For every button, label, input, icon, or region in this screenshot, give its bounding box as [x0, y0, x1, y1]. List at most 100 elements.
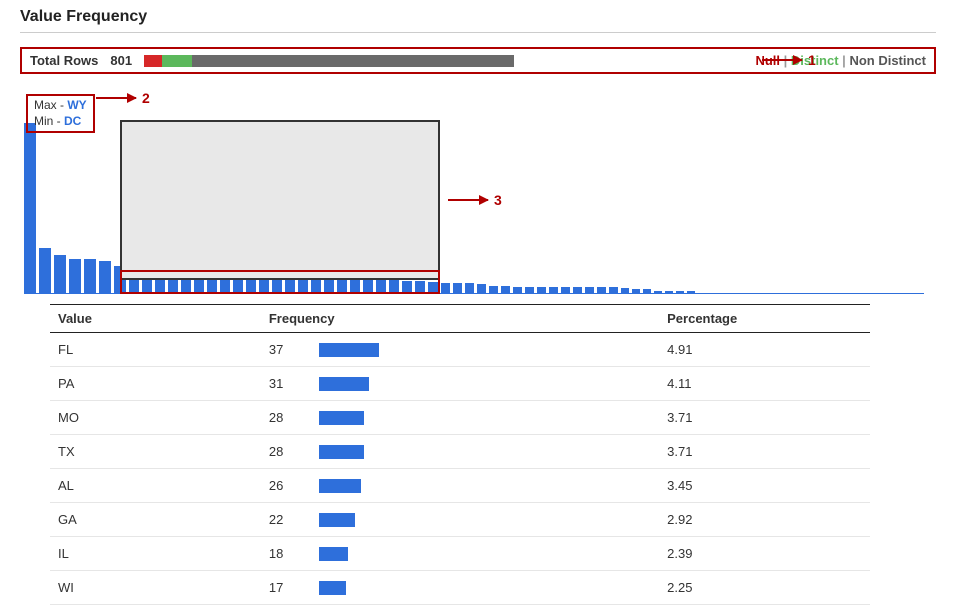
chart-bar[interactable] [687, 291, 695, 293]
chart-bar[interactable] [525, 287, 534, 293]
chart-bar[interactable] [465, 283, 474, 293]
segmented-bar [144, 55, 514, 67]
table-row[interactable]: IL182.39 [50, 537, 870, 571]
cell-frequency: 26 [261, 469, 659, 503]
chart-bar[interactable] [324, 278, 334, 293]
cell-percentage: 3.71 [659, 401, 870, 435]
cell-percentage: 4.11 [659, 367, 870, 401]
chart-bar[interactable] [69, 259, 81, 293]
chart-bar[interactable] [363, 278, 373, 293]
total-rows-label: Total Rows [30, 53, 98, 68]
chart-bar[interactable] [597, 287, 606, 293]
max-label: Max - [34, 98, 67, 112]
chart-bar[interactable] [537, 287, 546, 293]
chart-bar[interactable] [561, 287, 570, 293]
chart-bar[interactable] [428, 282, 438, 293]
max-value: WY [67, 98, 86, 112]
freq-bar [319, 547, 348, 561]
chart-selection-overlay[interactable] [120, 120, 440, 280]
cell-frequency: 31 [261, 367, 659, 401]
chart-bar[interactable] [24, 123, 36, 293]
table-row[interactable]: WI172.25 [50, 571, 870, 605]
chart-bar[interactable] [501, 286, 510, 293]
chart-bar[interactable] [489, 286, 498, 293]
cell-percentage: 2.25 [659, 571, 870, 605]
page-title: Value Frequency [20, 8, 936, 26]
chart-bar[interactable] [609, 287, 618, 293]
chart-bar[interactable] [621, 288, 629, 293]
cell-frequency: 37 [261, 333, 659, 367]
freq-bar [319, 479, 361, 493]
cell-value: WI [50, 571, 261, 605]
col-header-percentage[interactable]: Percentage [659, 305, 870, 333]
freq-bar [319, 411, 364, 425]
cell-percentage: 2.39 [659, 537, 870, 571]
cell-frequency: 28 [261, 435, 659, 469]
cell-value: AL [50, 469, 261, 503]
cell-value: IL [50, 537, 261, 571]
chart-bar[interactable] [665, 291, 673, 293]
annotation-1: 1 [762, 52, 816, 68]
bar-chart[interactable]: 3 [20, 114, 936, 294]
chart-bar[interactable] [654, 291, 662, 293]
cell-value: TX [50, 435, 261, 469]
table-row[interactable]: MO283.71 [50, 401, 870, 435]
annotation-3: 3 [448, 192, 502, 208]
chart-bar[interactable] [337, 278, 347, 293]
cell-percentage: 2.92 [659, 503, 870, 537]
freq-bar [319, 513, 355, 527]
segment-null [144, 55, 162, 67]
chart-bar[interactable] [441, 283, 450, 293]
segment-distinct [162, 55, 192, 67]
freq-bar [319, 343, 379, 357]
chart-bar[interactable] [350, 278, 360, 293]
freq-bar [319, 377, 369, 391]
chart-bar[interactable] [311, 278, 321, 293]
chart-bar[interactable] [585, 287, 594, 293]
divider [20, 32, 936, 33]
cell-value: PA [50, 367, 261, 401]
cell-frequency: 22 [261, 503, 659, 537]
cell-frequency: 17 [261, 571, 659, 605]
chart-bar[interactable] [389, 280, 399, 293]
min-label: Min - [34, 114, 64, 128]
table-row[interactable]: AL263.45 [50, 469, 870, 503]
min-value: DC [64, 114, 81, 128]
chart-bar[interactable] [453, 283, 462, 293]
freq-bar [319, 445, 364, 459]
chart-bar[interactable] [632, 289, 640, 293]
chart-bar[interactable] [477, 284, 486, 293]
chart-bar[interactable] [376, 280, 386, 293]
chart-bar[interactable] [84, 259, 96, 293]
chart-bar[interactable] [99, 261, 111, 293]
annotation-2: 2 [96, 90, 150, 106]
chart-bar[interactable] [402, 281, 412, 293]
cell-value: MO [50, 401, 261, 435]
chart-bar[interactable] [549, 287, 558, 293]
chart-bar[interactable] [415, 281, 425, 293]
table-row[interactable]: GA222.92 [50, 503, 870, 537]
col-header-value[interactable]: Value [50, 305, 261, 333]
cell-percentage: 3.71 [659, 435, 870, 469]
cell-percentage: 4.91 [659, 333, 870, 367]
cell-frequency: 28 [261, 401, 659, 435]
cell-value: FL [50, 333, 261, 367]
cell-frequency: 18 [261, 537, 659, 571]
value-frequency-table: Value Frequency Percentage FL374.91PA314… [50, 304, 870, 605]
table-row[interactable]: TX283.71 [50, 435, 870, 469]
freq-bar [319, 581, 347, 595]
cell-percentage: 3.45 [659, 469, 870, 503]
chart-bar[interactable] [54, 255, 66, 293]
chart-bar[interactable] [513, 287, 522, 293]
segment-nondistinct [192, 55, 514, 67]
legend-nondistinct: Non Distinct [849, 53, 926, 68]
chart-bar[interactable] [676, 291, 684, 293]
chart-bar[interactable] [573, 287, 582, 293]
table-row[interactable]: FL374.91 [50, 333, 870, 367]
chart-bar[interactable] [643, 289, 651, 293]
col-header-frequency[interactable]: Frequency [261, 305, 659, 333]
table-row[interactable]: PA314.11 [50, 367, 870, 401]
max-min-box: Max - WY Min - DC [26, 94, 95, 133]
chart-bar[interactable] [39, 248, 51, 293]
cell-value: GA [50, 503, 261, 537]
